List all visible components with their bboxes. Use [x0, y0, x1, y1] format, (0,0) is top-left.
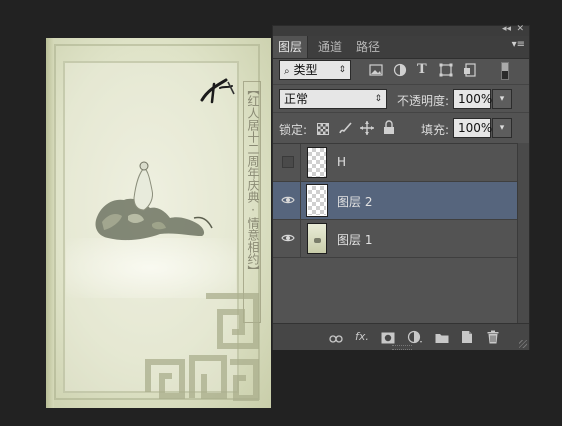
- blend-row: 正常 ⇕ 不透明度: 100% ▾: [273, 84, 529, 113]
- trash-icon[interactable]: [487, 329, 499, 345]
- layer-thumbnail: [307, 147, 327, 178]
- filter-row: ⌕ 类型 ⇕ T: [273, 58, 529, 84]
- layer-name[interactable]: H: [337, 155, 346, 169]
- filter-kind-select[interactable]: ⌕ 类型 ⇕: [279, 60, 351, 80]
- resize-grip[interactable]: [519, 340, 527, 348]
- layer-row-h[interactable]: H: [273, 144, 517, 182]
- visibility-off-box[interactable]: [282, 156, 294, 168]
- layer-name[interactable]: 图层 1: [337, 231, 372, 248]
- link-layers-icon[interactable]: [329, 331, 343, 347]
- panel-bottom-grip[interactable]: [392, 345, 412, 350]
- layer-name[interactable]: 图层 2: [337, 193, 372, 210]
- layer-list: H 图层 2 图层 1: [273, 143, 517, 324]
- layers-panel: ◂◂ ✕ 图层 通道 路径 ▾≡ ⌕ 类型 ⇕ T 正常 ⇕ 不透明度: 100…: [272, 24, 530, 350]
- fx-icon[interactable]: fx.: [355, 329, 369, 345]
- fill-label: 填充:: [421, 123, 450, 137]
- panel-tabs: 图层 通道 路径 ▾≡: [273, 36, 529, 59]
- group-folder-icon[interactable]: [435, 330, 449, 346]
- filter-kind-label: 类型: [293, 63, 318, 77]
- layer-thumbnail: [307, 223, 327, 254]
- tab-paths[interactable]: 路径: [351, 36, 385, 58]
- fill-input[interactable]: 100%: [453, 118, 492, 138]
- filter-toggle-icon[interactable]: [501, 62, 509, 80]
- new-layer-icon[interactable]: [461, 329, 473, 345]
- layer-list-scrollbar[interactable]: [517, 143, 529, 323]
- close-panel-button[interactable]: ✕: [516, 24, 524, 34]
- opacity-dropdown-button[interactable]: ▾: [492, 89, 512, 109]
- adjustment-layer-icon[interactable]: [407, 329, 423, 345]
- lock-transparent-icon[interactable]: [317, 123, 329, 135]
- visibility-cell[interactable]: [273, 220, 301, 257]
- shape-filter-icon[interactable]: [439, 63, 453, 77]
- opacity-input[interactable]: 100%: [453, 89, 492, 109]
- lock-all-icon[interactable]: [383, 120, 395, 135]
- adjustment-filter-icon[interactable]: [393, 63, 407, 77]
- visibility-cell[interactable]: [273, 144, 301, 181]
- search-icon: ⌕: [284, 66, 290, 77]
- layer-row-layer-1[interactable]: 图层 1: [273, 220, 517, 258]
- chevron-updown-icon: ⇕: [374, 94, 382, 104]
- calligraphy-mark: [200, 78, 235, 104]
- chevron-updown-icon: ⇕: [338, 65, 346, 75]
- blend-mode-value: 正常: [284, 92, 309, 106]
- panel-titlebar: ◂◂ ✕: [273, 24, 529, 36]
- visibility-cell[interactable]: [273, 182, 301, 219]
- lock-row: 锁定: 填充: 100% ▾: [273, 112, 529, 143]
- smart-object-filter-icon[interactable]: [463, 63, 477, 77]
- opacity-label: 不透明度:: [397, 94, 450, 108]
- blend-mode-select[interactable]: 正常 ⇕: [279, 89, 387, 109]
- layer-thumbnail: [306, 184, 328, 217]
- meander-pattern: [145, 293, 259, 401]
- vertical-caption: 【红人居十二周年庆典·情意相约】: [246, 83, 260, 277]
- lock-label: 锁定:: [279, 123, 308, 137]
- tab-channels[interactable]: 通道: [313, 36, 347, 58]
- eye-icon[interactable]: [281, 193, 295, 207]
- document-canvas[interactable]: 【红人居十二周年庆典·情意相约】: [46, 38, 271, 408]
- lock-paint-icon[interactable]: [338, 121, 352, 135]
- collapse-panel-button[interactable]: ◂◂: [502, 24, 511, 34]
- panel-menu-button[interactable]: ▾≡: [512, 39, 525, 50]
- lock-position-icon[interactable]: [360, 121, 374, 135]
- mask-icon[interactable]: [381, 330, 395, 346]
- layer-row-layer-2[interactable]: 图层 2: [273, 182, 517, 220]
- scholar-on-rock-illustration: [95, 161, 213, 241]
- eye-icon[interactable]: [281, 231, 295, 245]
- fill-dropdown-button[interactable]: ▾: [492, 118, 512, 138]
- image-filter-icon[interactable]: [369, 64, 383, 76]
- type-filter-icon[interactable]: T: [417, 63, 427, 77]
- tab-layers[interactable]: 图层: [273, 36, 309, 58]
- canvas-left-band: [46, 38, 54, 408]
